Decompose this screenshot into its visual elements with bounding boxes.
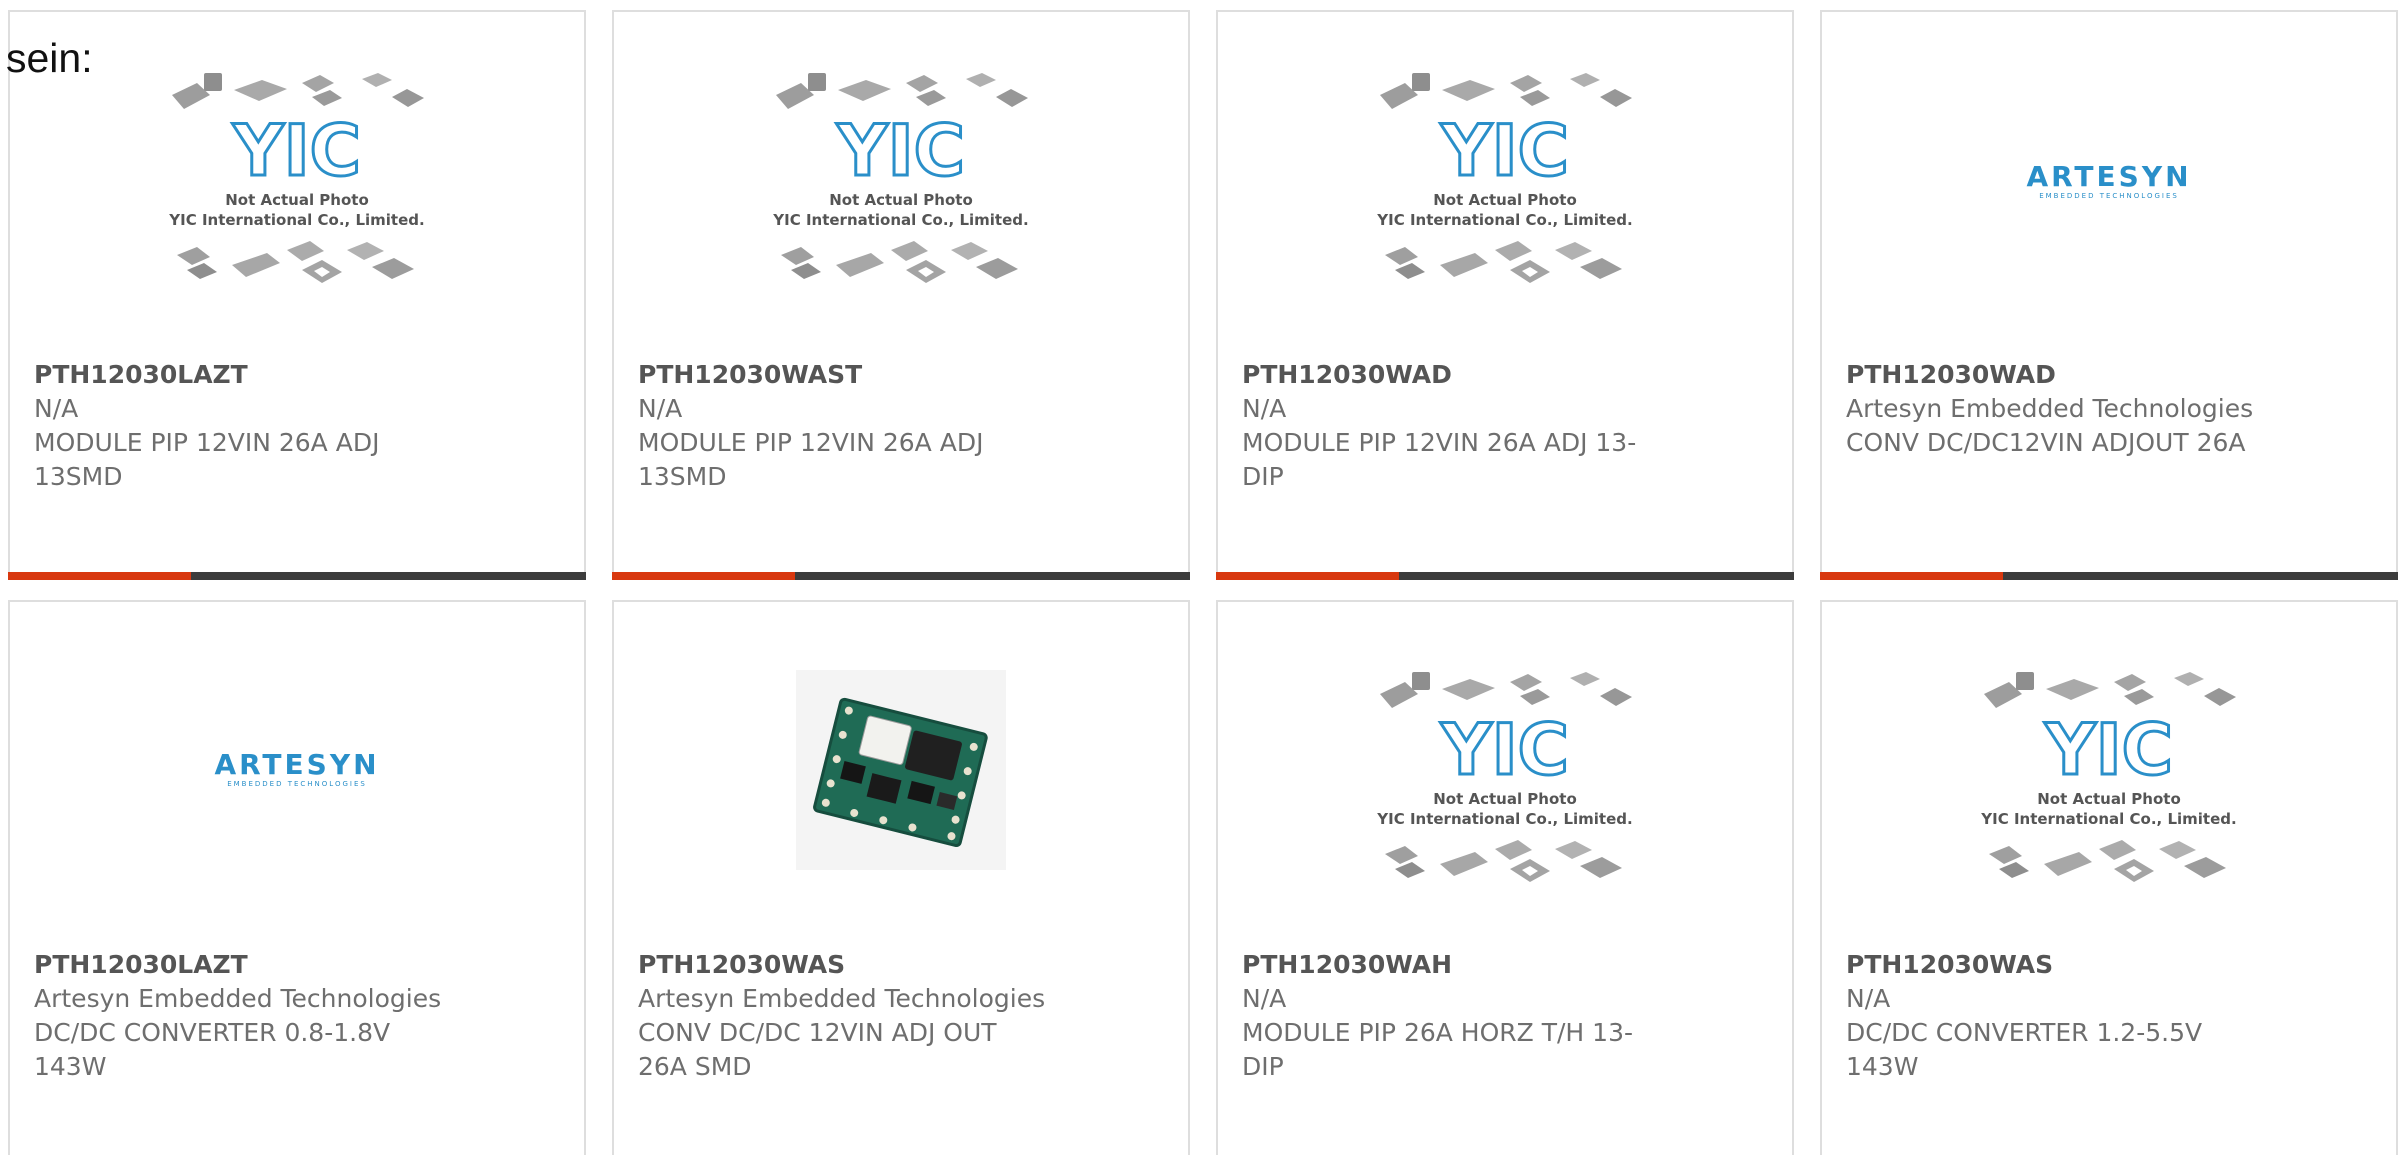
yic-logo: YIC — [232, 110, 361, 192]
product-card[interactable]: YIC Not Actual Photo YIC International Co.… — [1820, 600, 2398, 1155]
description: DC/DC CONVERTER 1.2-5.5V 143W — [1846, 1018, 2203, 1081]
part-number-link[interactable]: PTH12030WAS — [638, 948, 1038, 982]
product-card[interactable]: YIC Not Actual Photo YIC International Co.… — [612, 10, 1190, 580]
page-heading: sein: — [6, 35, 93, 81]
part-number-link[interactable]: PTH12030WAD — [1846, 358, 2246, 392]
part-number-link[interactable]: PTH12030WAD — [1242, 358, 1642, 392]
description: MODULE PIP 12VIN 26A ADJ 13-DIP — [1242, 428, 1637, 491]
yic-placeholder-image: YICNot Actual Photo YIC International Co.… — [1376, 672, 1633, 882]
yic-logo: YIC — [1440, 110, 1569, 192]
placeholder-caption-line1: Not Actual Photo — [2037, 790, 2181, 808]
part-number-link[interactable]: PTH12030WAST — [638, 358, 1038, 392]
manufacturer: N/A — [1846, 984, 1891, 1013]
artesyn-logo-image: ARTESYNEMBEDDED TECHNOLOGIES — [2026, 162, 2191, 200]
manufacturer: N/A — [1242, 394, 1287, 423]
placeholder-caption-line1: Not Actual Photo — [829, 191, 973, 209]
placeholder-caption-line2: YIC International Co., Limited. — [1376, 810, 1632, 828]
yic-placeholder-image: YICNot Actual Photo YIC International Co.… — [772, 72, 1029, 283]
manufacturer: N/A — [638, 394, 683, 423]
yic-placeholder-image: YICNot Actual Photo YIC International Co.… — [1376, 72, 1633, 283]
product-image[interactable]: YIC Not Actual Photo YIC International Co.… — [1822, 602, 2396, 947]
yic-logo: YIC — [836, 110, 965, 192]
product-card[interactable]: PTH12030WAS Artesyn Embedded Technologie… — [612, 600, 1190, 1155]
placeholder-caption-line1: Not Actual Photo — [225, 191, 369, 209]
description: DC/DC CONVERTER 0.8-1.8V 143W — [34, 1018, 391, 1081]
placeholder-caption-line2: YIC International Co., Limited. — [1980, 810, 2236, 828]
placeholder-caption-line1: Not Actual Photo — [1433, 191, 1577, 209]
product-image[interactable]: YIC Not Actual Photo YIC International Co.… — [614, 12, 1188, 357]
artesyn-logo-image: ARTESYNEMBEDDED TECHNOLOGIES — [214, 750, 379, 788]
manufacturer: Artesyn Embedded Technologies — [1846, 394, 2254, 423]
product-card[interactable]: YIC Not Actual Photo YIC International Co.… — [8, 10, 586, 580]
part-number-link[interactable]: PTH12030WAS — [1846, 948, 2246, 982]
artesyn-brand-text: ARTESYN — [214, 750, 379, 781]
yic-logo: YIC — [1440, 709, 1569, 791]
description: CONV DC/DC 12VIN ADJ OUT 26A SMD — [638, 1018, 997, 1081]
card-bottom-bar — [8, 572, 586, 580]
product-image[interactable]: YIC Not Actual Photo YIC International Co.… — [1218, 602, 1792, 947]
product-card[interactable]: YIC Not Actual Photo YIC International Co.… — [1216, 600, 1794, 1155]
manufacturer: Artesyn Embedded Technologies — [638, 984, 1046, 1013]
product-card[interactable]: ARTESYN EMBEDDED TECHNOLOGIES PTH12030WAD… — [1820, 10, 2398, 580]
description: MODULE PIP 26A HORZ T/H 13-DIP — [1242, 1018, 1633, 1081]
card-bottom-bar — [1216, 572, 1794, 580]
product-image[interactable]: YIC Not Actual Photo YIC International Co.… — [10, 12, 584, 357]
product-card[interactable]: ARTESYN EMBEDDED TECHNOLOGIES PTH12030LAZ… — [8, 600, 586, 1155]
description: MODULE PIP 12VIN 26A ADJ 13SMD — [34, 428, 380, 491]
product-image[interactable]: ARTESYN EMBEDDED TECHNOLOGIES — [10, 602, 584, 947]
artesyn-tagline-text: EMBEDDED TECHNOLOGIES — [2039, 192, 2179, 200]
card-bottom-bar — [612, 572, 1190, 580]
placeholder-caption-line2: YIC International Co., Limited. — [1376, 211, 1632, 229]
manufacturer: N/A — [1242, 984, 1287, 1013]
yic-placeholder-image: YICNot Actual Photo YIC International Co.… — [168, 72, 425, 283]
card-bottom-bar — [1820, 572, 2398, 580]
product-card[interactable]: YIC Not Actual Photo YIC International Co.… — [1216, 10, 1794, 580]
manufacturer: Artesyn Embedded Technologies — [34, 984, 442, 1013]
product-image[interactable]: ARTESYN EMBEDDED TECHNOLOGIES — [1822, 12, 2396, 357]
product-image[interactable]: YIC Not Actual Photo YIC International Co.… — [1218, 12, 1792, 357]
yic-logo: YIC — [2044, 709, 2173, 791]
description: CONV DC/DC12VIN ADJOUT 26A — [1846, 428, 2246, 457]
placeholder-caption-line2: YIC International Co., Limited. — [772, 211, 1028, 229]
placeholder-caption-line2: YIC International Co., Limited. — [168, 211, 424, 229]
artesyn-tagline-text: EMBEDDED TECHNOLOGIES — [227, 780, 367, 788]
manufacturer: N/A — [34, 394, 79, 423]
description: MODULE PIP 12VIN 26A ADJ 13SMD — [638, 428, 984, 491]
yic-placeholder-image: YICNot Actual Photo YIC International Co.… — [1980, 672, 2237, 882]
product-image[interactable] — [614, 602, 1188, 947]
accent-bar — [1820, 572, 2003, 580]
part-number-link[interactable]: PTH12030WAH — [1242, 948, 1642, 982]
accent-bar — [1216, 572, 1399, 580]
accent-bar — [612, 572, 795, 580]
pcb-module-photo — [796, 670, 1006, 870]
accent-bar — [8, 572, 191, 580]
placeholder-caption-line1: Not Actual Photo — [1433, 790, 1577, 808]
artesyn-brand-text: ARTESYN — [2026, 162, 2191, 193]
part-number-link[interactable]: PTH12030LAZT — [34, 948, 434, 982]
part-number-link[interactable]: PTH12030LAZT — [34, 358, 434, 392]
